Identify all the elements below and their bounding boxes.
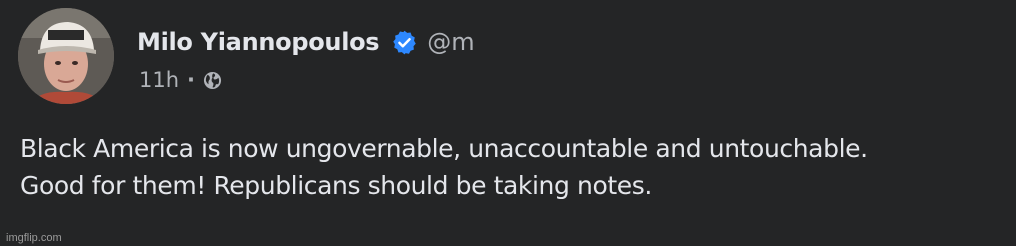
post-header: Milo Yiannopoulos @m (137, 26, 475, 58)
imgflip-watermark: imgflip.com (6, 232, 62, 244)
post-body: Black America is now ungovernable, unacc… (20, 130, 1010, 204)
meta-separator: · (187, 68, 196, 92)
author-handle[interactable]: @m (427, 28, 474, 56)
author-name[interactable]: Milo Yiannopoulos (137, 28, 380, 56)
globe-icon[interactable] (203, 71, 222, 90)
verified-badge-icon (391, 29, 418, 56)
post-text-line: Good for them! Republicans should be tak… (20, 171, 652, 200)
post-meta: 11h · (139, 66, 222, 94)
avatar[interactable] (18, 8, 114, 104)
post-text-line: Black America is now ungovernable, unacc… (20, 134, 868, 163)
post-card: Milo Yiannopoulos @m 11h · Black America… (0, 0, 1016, 246)
avatar-image (18, 8, 114, 104)
timestamp[interactable]: 11h (139, 68, 179, 92)
